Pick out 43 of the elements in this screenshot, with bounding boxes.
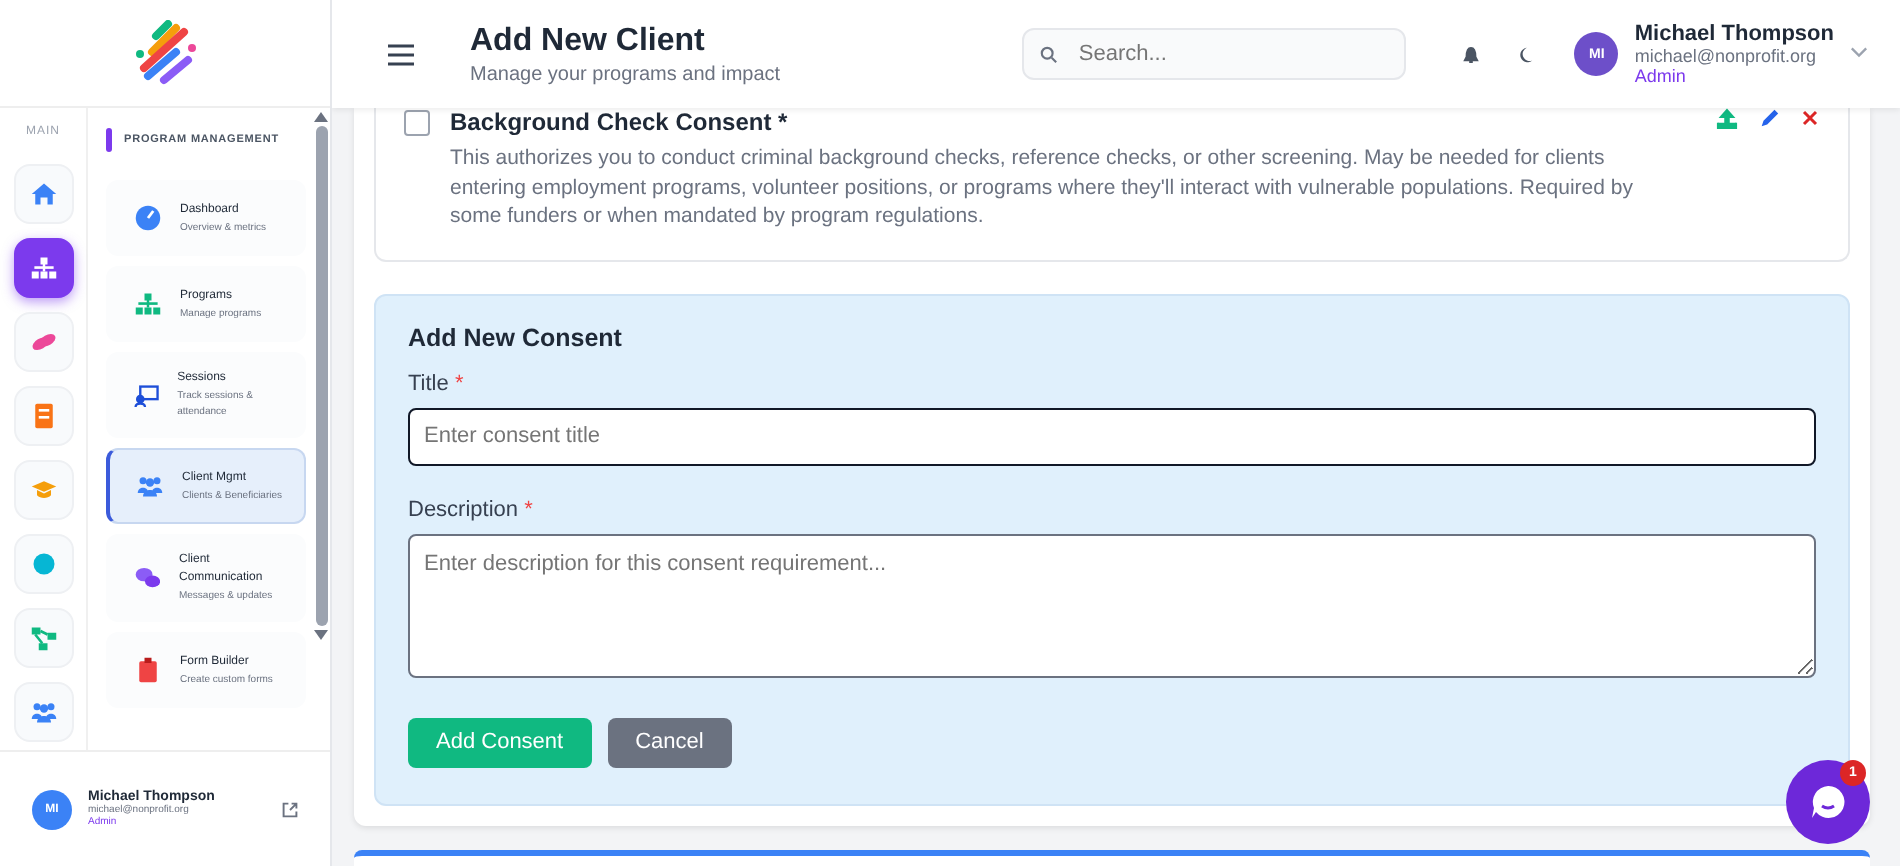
title-input[interactable]: Enter consent title (408, 407, 1816, 465)
edit-button[interactable] (1758, 108, 1780, 130)
page-subtitle: Manage your programs and impact (470, 63, 783, 85)
consent-title: Background Check Consent * (450, 108, 790, 136)
presentation-icon (134, 381, 160, 409)
consent-checkbox[interactable] (404, 110, 430, 136)
home-icon (29, 180, 57, 208)
description-input[interactable]: Enter description for this consent requirement... (408, 533, 1816, 677)
delete-button[interactable] (1800, 108, 1820, 128)
upload-button[interactable] (1716, 108, 1738, 130)
field-label: Title * (408, 371, 466, 395)
rail-button[interactable] (13, 238, 73, 298)
field-label: Description * (408, 497, 535, 521)
users-icon (136, 472, 164, 500)
book-icon (29, 402, 57, 430)
flowchart-icon (29, 624, 57, 652)
user-email: michael@nonprofit.org (1634, 46, 1819, 66)
chevron-down-icon[interactable] (1850, 46, 1868, 58)
logo-icon (131, 19, 199, 87)
clipboard-icon (134, 656, 162, 684)
sitemap-icon (134, 290, 162, 318)
gauge-icon (134, 204, 162, 232)
search-field[interactable]: Search... (1022, 28, 1407, 80)
page-title: Add New Client (470, 23, 707, 59)
graduation-cap-icon (29, 476, 57, 504)
menu-button[interactable] (388, 43, 414, 65)
bell-icon[interactable] (1462, 45, 1481, 63)
chat-bubble-icon (1808, 782, 1848, 822)
users-icon (29, 698, 57, 726)
circle-icon (29, 550, 57, 578)
chat-icon (134, 564, 161, 592)
consent-description: This authorizes you to conduct criminal background checks, reference checks, or other screening. May be needed for clients entering employment programs, volunteer positions, or programs where they'll interact with vulnerable populations. Required by some funders or when mandated by program regulations. (450, 144, 1635, 231)
user-role: Admin (1634, 66, 1688, 86)
sitemap-icon (29, 254, 57, 282)
scroll-up-icon[interactable] (314, 112, 328, 122)
search-icon (1040, 45, 1059, 63)
scrollbar-thumb[interactable] (315, 126, 327, 626)
cancel-button[interactable]: Cancel (607, 717, 732, 767)
user-name: Michael Thompson (1634, 22, 1834, 46)
form-heading: Add New Consent (408, 323, 624, 351)
external-link-icon[interactable] (282, 801, 298, 817)
moon-icon[interactable] (1516, 45, 1535, 63)
scroll-down-icon[interactable] (314, 630, 328, 640)
